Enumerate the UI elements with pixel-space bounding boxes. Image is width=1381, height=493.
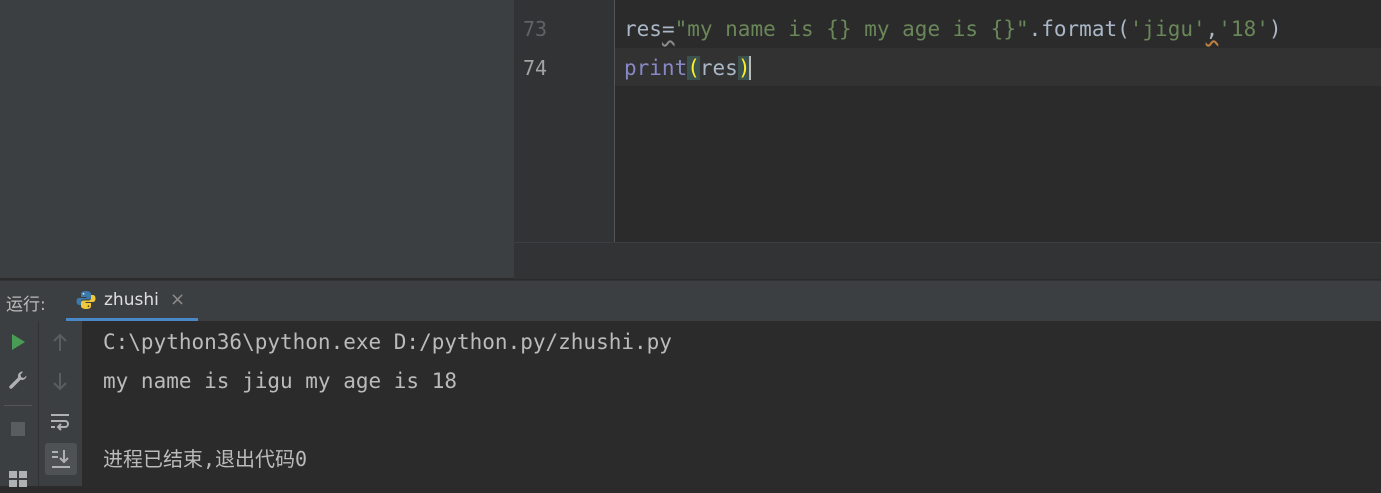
code-line-74[interactable]: print(res) <box>624 56 752 80</box>
soft-wrap-icon <box>51 414 69 431</box>
scroll-to-end-button[interactable] <box>45 443 77 475</box>
rerun-button[interactable] <box>3 327 33 357</box>
console-output-line: my name is jigu my age is 18 <box>103 369 458 393</box>
run-toolbar-secondary <box>39 321 82 486</box>
code-editor[interactable]: 73 74 res="my name is {} my age is {}".f… <box>514 0 1381 279</box>
text-caret <box>749 56 752 80</box>
code-builtin: print <box>624 56 688 80</box>
code-paren: ) <box>1268 17 1282 41</box>
code-comma-warning: , <box>1205 17 1219 41</box>
restore-layout-button[interactable] <box>3 463 33 493</box>
line-number-gutter: 73 74 <box>514 0 614 242</box>
run-tool-window-header: 运行: zhushi × <box>0 280 1381 321</box>
stop-button[interactable] <box>3 414 33 444</box>
console-command-line: C:\python36\python.exe D:/python.py/zhus… <box>103 330 672 354</box>
code-method-call: .format( <box>1028 17 1130 41</box>
previous-occurrence-button[interactable] <box>45 328 75 358</box>
next-occurrence-button[interactable] <box>45 366 75 396</box>
code-paren-matched: ( <box>687 56 700 80</box>
run-tab-zhushi[interactable]: zhushi × <box>66 281 198 321</box>
code-identifier: res <box>699 56 738 80</box>
run-window-label: 运行: <box>6 295 46 315</box>
edit-configuration-button[interactable] <box>3 365 33 395</box>
toolbar-separator <box>4 405 32 406</box>
console-exit-line: 进程已结束,退出代码0 <box>103 447 308 471</box>
scroll-to-end-icon <box>52 450 70 468</box>
play-icon <box>12 334 25 350</box>
project-pane <box>0 0 514 278</box>
python-icon <box>76 291 96 309</box>
code-identifier: res <box>624 17 662 41</box>
close-icon[interactable]: × <box>170 289 185 310</box>
line-number: 73 <box>523 17 548 41</box>
code-area[interactable]: res="my name is {} my age is {}".format(… <box>624 0 1381 242</box>
stop-icon <box>11 422 25 436</box>
console-output[interactable]: C:\python36\python.exe D:/python.py/zhus… <box>82 321 1381 486</box>
code-line-73[interactable]: res="my name is {} my age is {}".format(… <box>624 17 1282 41</box>
arrow-down-icon <box>53 373 67 391</box>
code-string: "my name is {} my age is {}" <box>674 17 1029 41</box>
wrench-icon <box>9 371 27 389</box>
code-string: 'jigu' <box>1129 17 1206 41</box>
run-toolbar-primary <box>0 321 39 487</box>
layout-icon <box>9 471 27 487</box>
code-operator: = <box>661 17 675 41</box>
soft-wrap-button[interactable] <box>45 406 75 436</box>
editor-breadcrumb-bar <box>514 242 1381 279</box>
arrow-up-icon <box>53 333 67 351</box>
code-string: '18' <box>1218 17 1269 41</box>
line-number-current: 74 <box>523 56 548 80</box>
run-tab-label: zhushi <box>104 290 159 310</box>
gutter-separator <box>614 0 615 242</box>
